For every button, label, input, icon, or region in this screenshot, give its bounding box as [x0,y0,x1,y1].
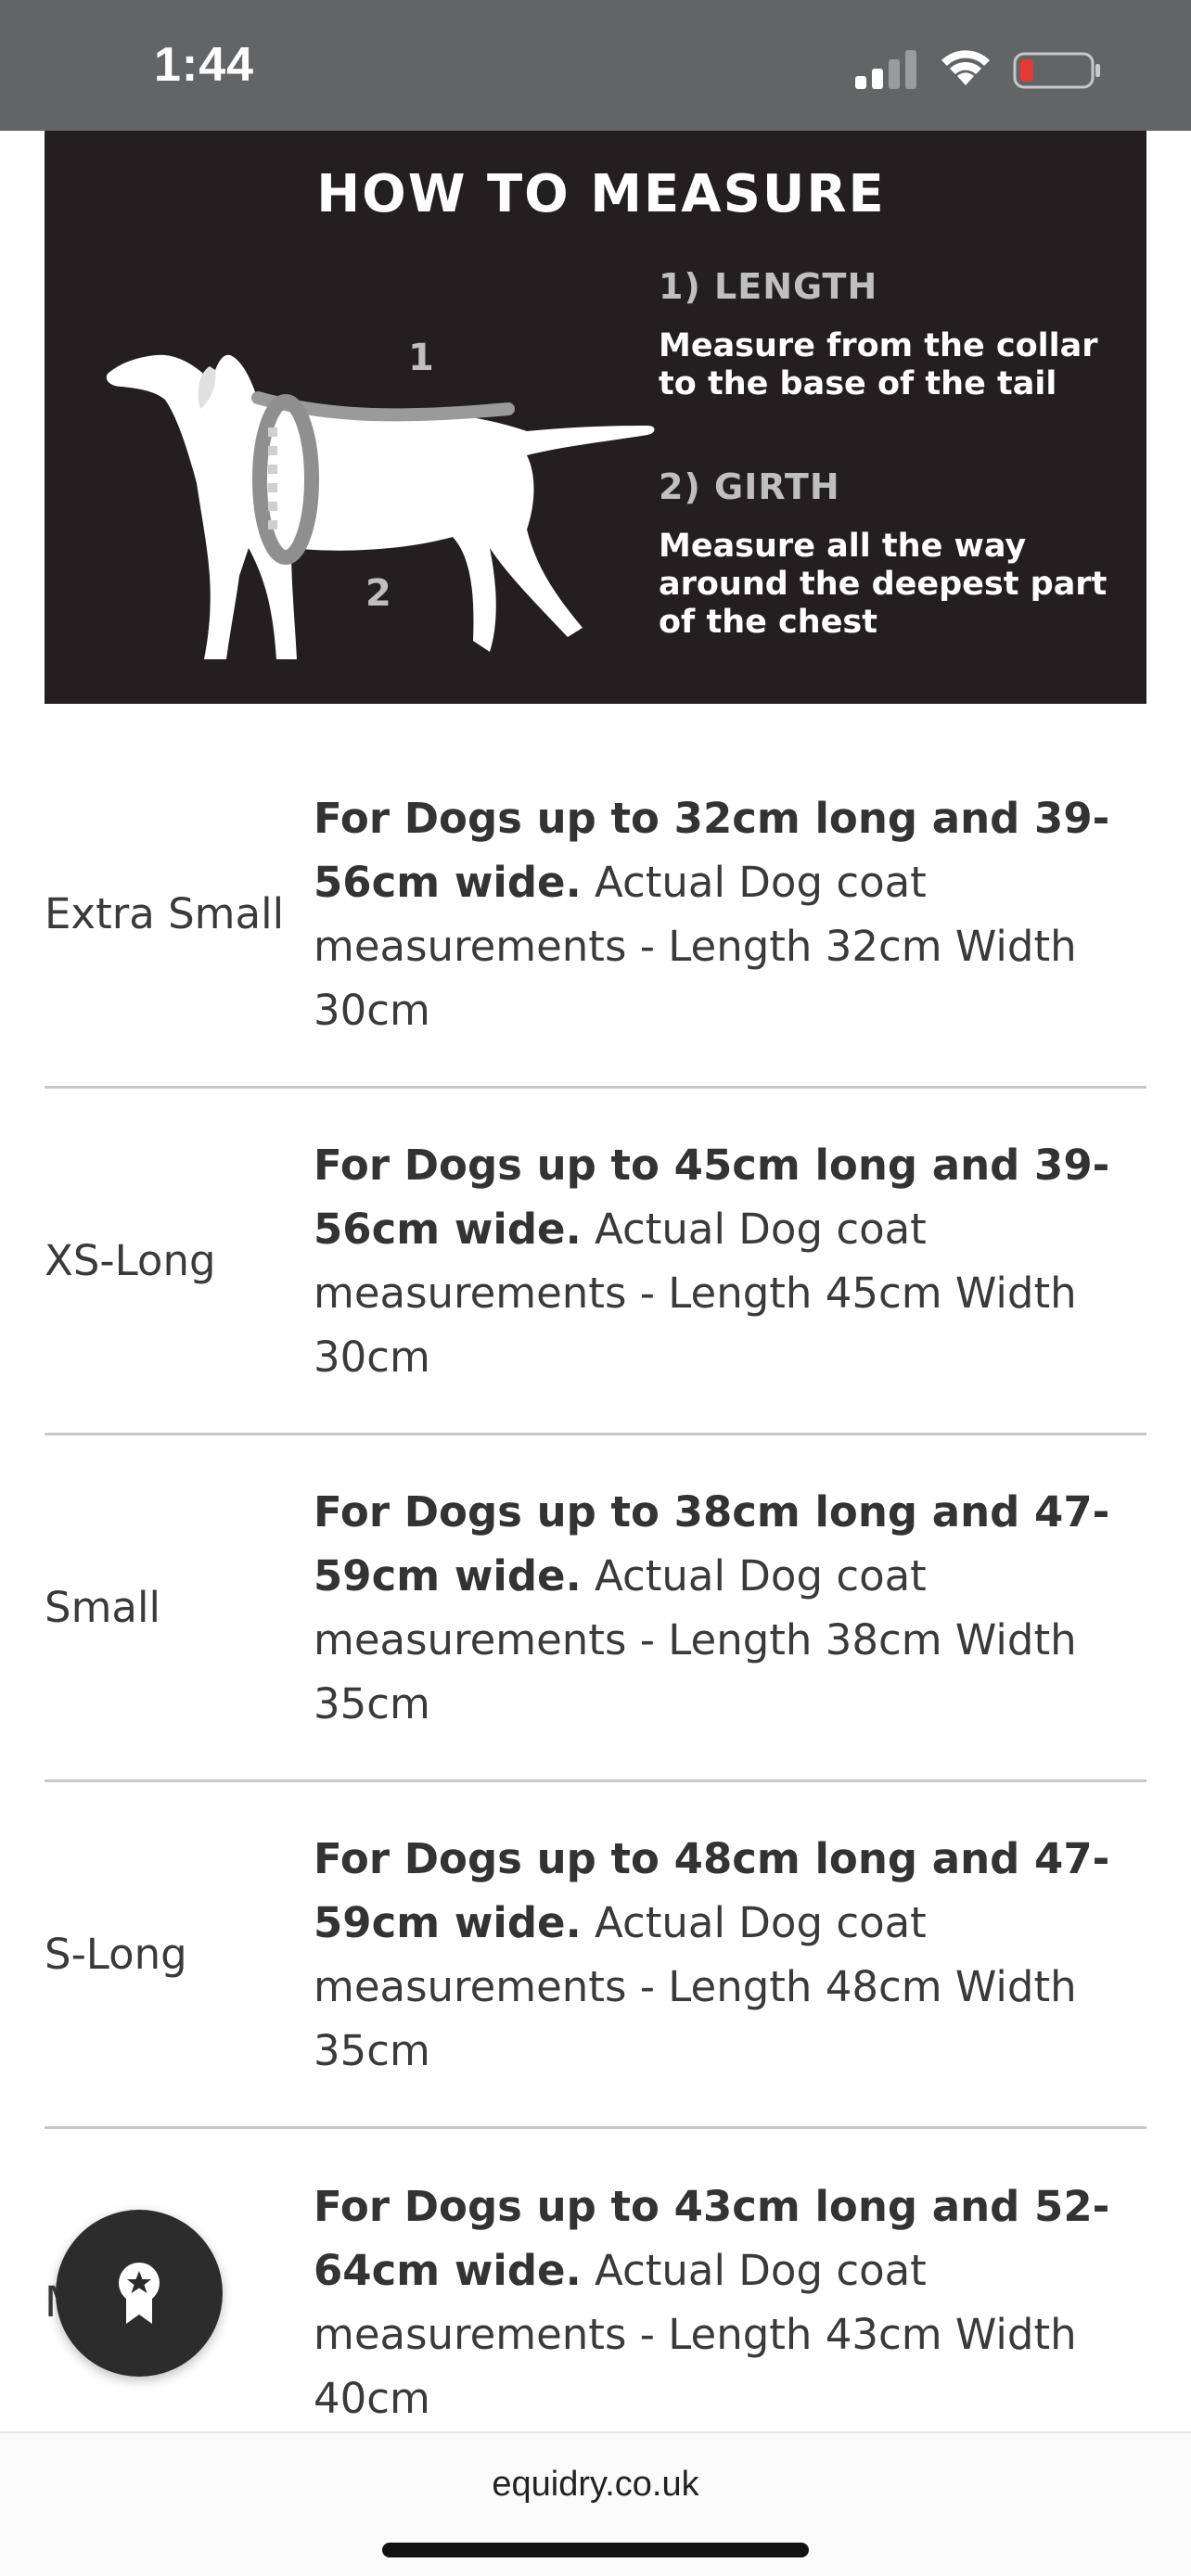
girth-guide: 2) GIRTH Measure all the way around the … [659,466,1141,642]
girth-marker: 2 [365,572,391,615]
measure-title: HOW TO MEASURE [316,164,886,224]
girth-text: Measure all the way around the deepest p… [659,528,1108,641]
size-description: For Dogs up to 32cm long and 39-56cm wid… [314,786,1146,1042]
size-description: For Dogs up to 38cm long and 47-59cm wid… [314,1480,1146,1736]
url-display[interactable]: equidry.co.uk [0,2465,1191,2505]
dog-silhouette-icon: 1 2 [106,337,655,659]
size-description: For Dogs up to 48cm long and 47-59cm wid… [314,1827,1146,2083]
rewards-button[interactable] [56,2210,223,2377]
battery-low-icon [1013,52,1100,89]
wifi-icon [941,50,990,85]
length-marker: 1 [408,337,434,379]
home-indicator[interactable] [382,2543,809,2557]
status-bar: 1:44 [0,0,1191,131]
ribbon-award-icon [119,2263,160,2324]
girth-heading: 2) GIRTH [659,466,840,507]
length-text: Measure from the collar to the base of t… [659,327,1098,402]
size-name: Extra Small [45,888,285,938]
table-row: Extra Small For Dogs up to 32cm long and… [45,742,1146,1089]
table-row: XS-Long For Dogs up to 45cm long and 39-… [45,1089,1146,1435]
cellular-signal-icon [855,50,916,89]
size-description: For Dogs up to 43cm long and 52-64cm wid… [314,2174,1146,2430]
size-name: S-Long [45,1929,187,1979]
browser-bottom-bar: equidry.co.uk [0,2431,1191,2576]
length-heading: 1) LENGTH [659,266,878,307]
size-description: For Dogs up to 45cm long and 39-56cm wid… [314,1133,1146,1389]
table-row: Small For Dogs up to 38cm long and 47-59… [45,1435,1146,1782]
size-table: Extra Small For Dogs up to 32cm long and… [45,742,1146,2476]
status-time: 1:44 [154,38,255,92]
size-name: Small [45,1582,160,1632]
length-guide: 1) LENGTH Measure from the collar to the… [659,266,1141,403]
how-to-measure-image: HOW TO MEASURE 1 2 1) LENGTH Measure fro… [45,131,1146,704]
size-name: XS-Long [45,1235,216,1285]
table-row: S-Long For Dogs up to 48cm long and 47-5… [45,1782,1146,2129]
